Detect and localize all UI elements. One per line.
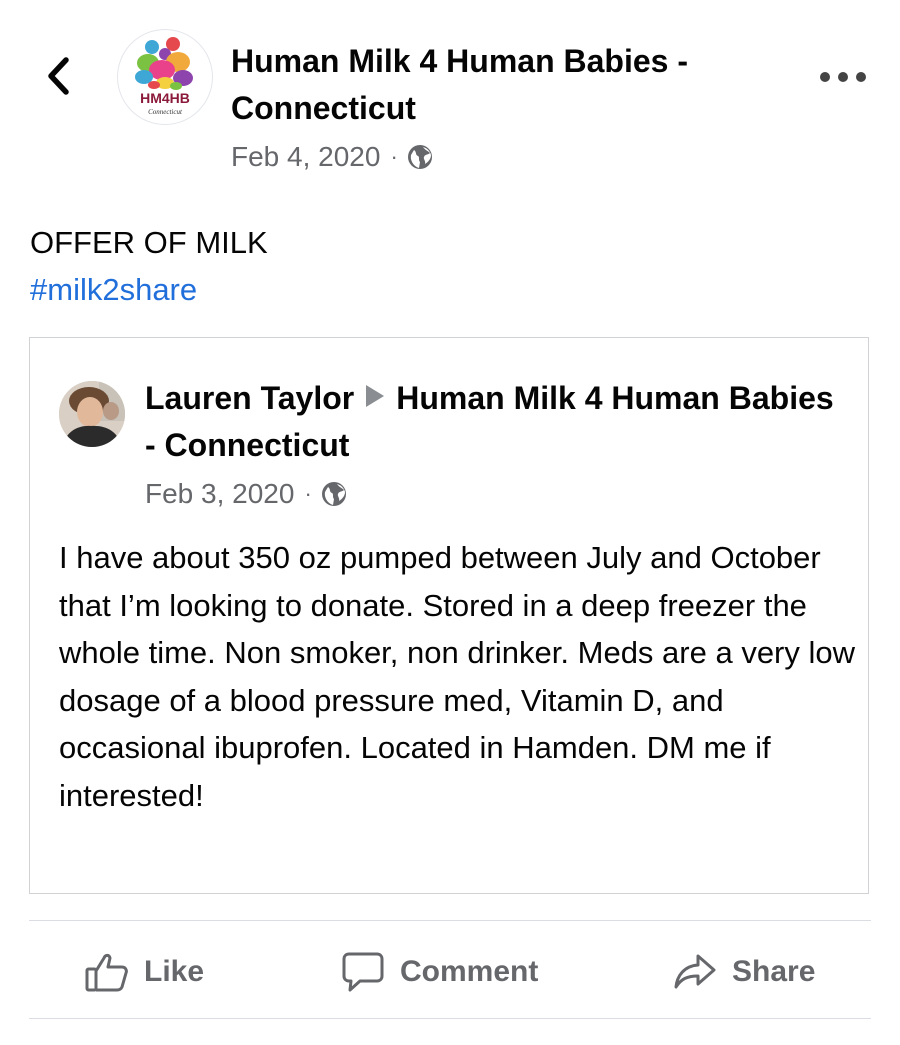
like-icon xyxy=(85,953,128,992)
more-options-button[interactable] xyxy=(820,62,866,92)
post-heading: OFFER OF MILK xyxy=(30,225,268,260)
group-avatar[interactable]: HM4HB Connecticut xyxy=(117,29,213,125)
comment-label: Comment xyxy=(400,955,539,988)
svg-text:Connecticut: Connecticut xyxy=(148,108,183,116)
shared-post-body: I have about 350 oz pumped between July … xyxy=(59,540,856,813)
comment-button[interactable]: Comment xyxy=(340,943,538,1001)
globe-icon xyxy=(321,482,346,506)
share-icon xyxy=(674,954,716,989)
shared-post-meta: Feb 3, 2020 · xyxy=(145,473,348,515)
svg-text:HM4HB: HM4HB xyxy=(140,90,190,106)
divider-top xyxy=(29,920,871,921)
group-logo: HM4HB Connecticut xyxy=(135,37,193,116)
hashtag-link[interactable]: #milk2share xyxy=(30,266,870,313)
divider-bottom xyxy=(29,1018,871,1019)
like-button[interactable]: Like xyxy=(84,943,204,1001)
post-date[interactable]: Feb 4, 2020 xyxy=(231,141,380,173)
group-name[interactable]: Human Milk 4 Human Babies - Connecticut xyxy=(231,38,791,132)
chevron-left-icon xyxy=(48,57,69,95)
share-button[interactable]: Share xyxy=(672,943,815,1001)
author-avatar[interactable] xyxy=(59,381,125,447)
meta-separator: · xyxy=(390,144,398,169)
post-meta: Feb 4, 2020 · xyxy=(231,136,434,178)
author-name[interactable]: Lauren Taylor xyxy=(145,380,354,416)
back-button[interactable] xyxy=(38,52,78,100)
comment-icon xyxy=(342,952,384,992)
share-label: Share xyxy=(732,955,816,988)
shared-post-card[interactable]: Lauren Taylor Human Milk 4 Human Babies -… xyxy=(29,337,869,894)
more-icon xyxy=(820,72,830,82)
meta-separator: · xyxy=(304,481,312,506)
post-text: OFFER OF MILK #milk2share xyxy=(30,219,870,313)
like-label: Like xyxy=(144,955,205,988)
globe-icon xyxy=(407,145,432,169)
shared-post-title: Lauren Taylor Human Milk 4 Human Babies -… xyxy=(145,375,845,469)
author-photo xyxy=(59,381,125,447)
arrow-right-icon xyxy=(366,385,385,407)
shared-post-date[interactable]: Feb 3, 2020 xyxy=(145,478,294,510)
